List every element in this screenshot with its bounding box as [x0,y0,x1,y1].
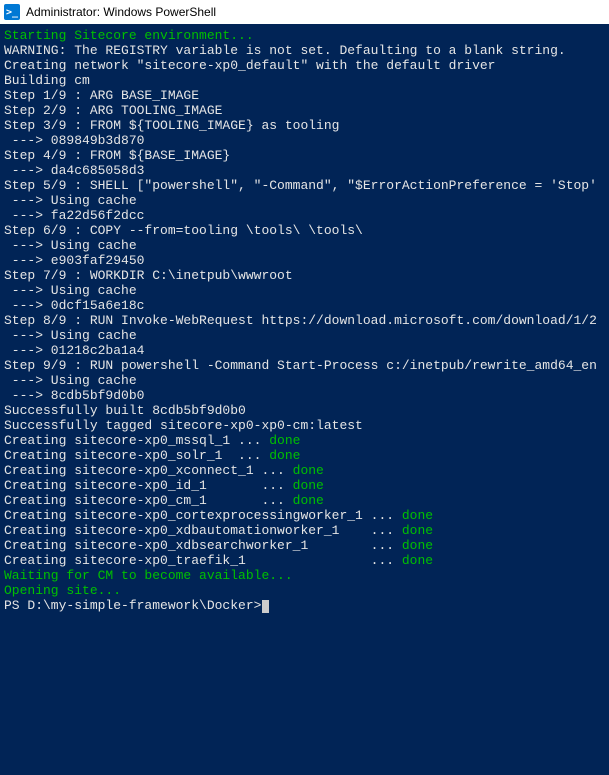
output-line: Waiting for CM to become available... [4,568,607,583]
output-line: Step 4/9 : FROM ${BASE_IMAGE} [4,148,607,163]
output-line: Creating sitecore-xp0_cm_1 ... done [4,493,607,508]
output-line: Building cm [4,73,607,88]
output-line: ---> da4c685058d3 [4,163,607,178]
output-line: WARNING: The REGISTRY variable is not se… [4,43,607,58]
status-done: done [402,523,433,538]
prompt-line[interactable]: PS D:\my-simple-framework\Docker> [4,598,607,613]
output-line: Successfully tagged sitecore-xp0-xp0-cm:… [4,418,607,433]
output-line: Creating sitecore-xp0_xconnect_1 ... don… [4,463,607,478]
output-line: ---> Using cache [4,193,607,208]
output-line: Step 1/9 : ARG BASE_IMAGE [4,88,607,103]
output-line: Successfully built 8cdb5bf9d0b0 [4,403,607,418]
output-line: ---> Using cache [4,328,607,343]
powershell-icon: >_ [4,4,20,20]
output-line: ---> fa22d56f2dcc [4,208,607,223]
prompt-text: PS D:\my-simple-framework\Docker> [4,598,261,613]
output-line: Step 8/9 : RUN Invoke-WebRequest https:/… [4,313,607,328]
output-text: Creating sitecore-xp0_traefik_1 ... [4,553,402,568]
output-line: ---> 8cdb5bf9d0b0 [4,388,607,403]
output-text: Creating sitecore-xp0_cortexprocessingwo… [4,508,402,523]
output-line: Step 5/9 : SHELL ["powershell", "-Comman… [4,178,607,193]
output-text: Creating sitecore-xp0_mssql_1 ... [4,433,269,448]
status-done: done [402,553,433,568]
output-text: Creating sitecore-xp0_solr_1 ... [4,448,269,463]
output-line: ---> 01218c2ba1a4 [4,343,607,358]
status-done: done [269,433,300,448]
output-line: Step 6/9 : COPY --from=tooling \tools\ \… [4,223,607,238]
status-done: done [293,493,324,508]
output-line: Creating sitecore-xp0_traefik_1 ... done [4,553,607,568]
status-done: done [402,538,433,553]
output-line: Creating sitecore-xp0_id_1 ... done [4,478,607,493]
output-text: Creating sitecore-xp0_xdbautomationworke… [4,523,402,538]
output-line: ---> Using cache [4,238,607,253]
status-done: done [402,508,433,523]
output-line: ---> 089849b3d870 [4,133,607,148]
output-line: ---> Using cache [4,283,607,298]
output-text: Creating sitecore-xp0_id_1 ... [4,478,293,493]
output-line: Creating sitecore-xp0_xdbsearchworker_1 … [4,538,607,553]
cursor [262,600,269,613]
output-line: Creating sitecore-xp0_mssql_1 ... done [4,433,607,448]
output-line: Creating network "sitecore-xp0_default" … [4,58,607,73]
status-done: done [293,463,324,478]
output-line: Creating sitecore-xp0_solr_1 ... done [4,448,607,463]
output-line: Starting Sitecore environment... [4,28,607,43]
output-line: Step 9/9 : RUN powershell -Command Start… [4,358,607,373]
output-text: Creating sitecore-xp0_xconnect_1 ... [4,463,293,478]
output-line: Step 7/9 : WORKDIR C:\inetpub\wwwroot [4,268,607,283]
window-titlebar: >_ Administrator: Windows PowerShell [0,0,609,24]
output-line: ---> e903faf29450 [4,253,607,268]
output-line: Opening site... [4,583,607,598]
status-done: done [293,478,324,493]
status-done: done [269,448,300,463]
output-text: Creating sitecore-xp0_xdbsearchworker_1 … [4,538,402,553]
output-line: Step 3/9 : FROM ${TOOLING_IMAGE} as tool… [4,118,607,133]
output-line: Creating sitecore-xp0_cortexprocessingwo… [4,508,607,523]
output-text: Creating sitecore-xp0_cm_1 ... [4,493,293,508]
output-line: Creating sitecore-xp0_xdbautomationworke… [4,523,607,538]
window-title: Administrator: Windows PowerShell [26,5,216,20]
terminal-output[interactable]: Starting Sitecore environment...WARNING:… [0,24,609,615]
output-line: ---> 0dcf15a6e18c [4,298,607,313]
output-line: Step 2/9 : ARG TOOLING_IMAGE [4,103,607,118]
output-line: ---> Using cache [4,373,607,388]
